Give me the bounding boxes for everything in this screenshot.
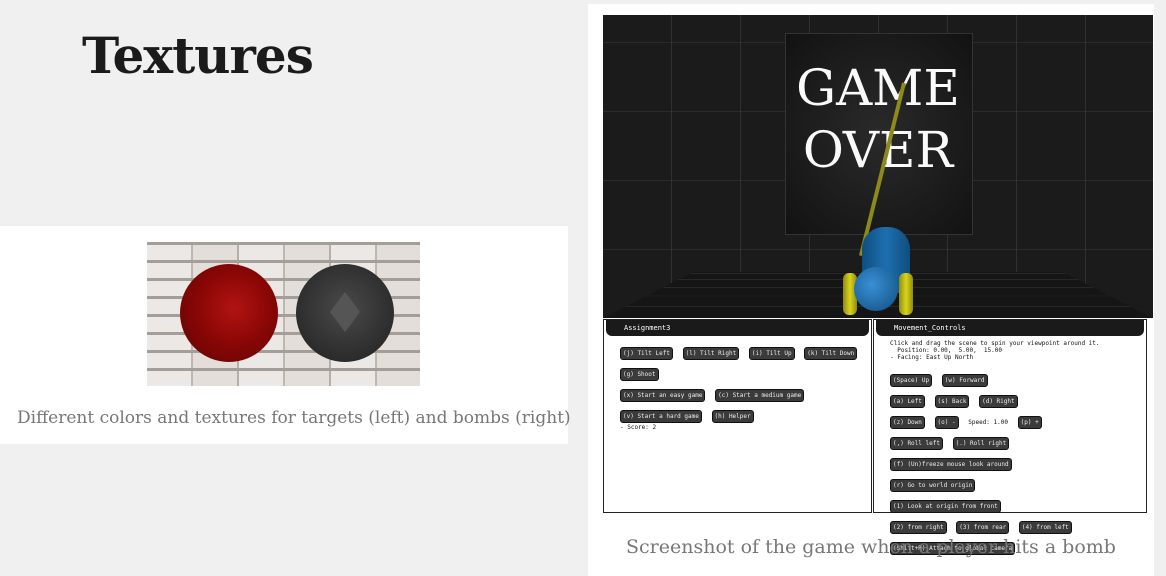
movement-intro: Click and drag the scene to spin your vi…: [890, 340, 1100, 347]
target-ball-image: [180, 264, 278, 362]
game-over-line-1: GAME: [796, 59, 960, 117]
freeze-mouse-button[interactable]: (f) (Un)freeze mouse look around: [890, 458, 1012, 471]
from-rear-button[interactable]: (3) from rear: [956, 521, 1010, 534]
right-button[interactable]: (d) Right: [979, 395, 1018, 408]
bomb-diamond-mark: [330, 292, 360, 332]
control-panels: Assignment3 (j) Tilt Left (l) Tilt Right…: [603, 319, 1153, 555]
game-over-text: GAME OVER: [771, 57, 985, 181]
roll-right-button[interactable]: (.) Roll right: [952, 437, 1010, 450]
look-front-button[interactable]: (1) Look at origin from front: [890, 500, 1001, 513]
game-canvas[interactable]: GAME OVER: [603, 15, 1153, 318]
texture-caption: Different colors and textures for target…: [17, 408, 571, 428]
medium-game-button[interactable]: (c) Start a medium game: [715, 389, 805, 402]
speed-readout: Speed: 1.00: [968, 419, 1008, 426]
tilt-down-button[interactable]: (k) Tilt Down: [804, 347, 858, 360]
speed-decrease-button[interactable]: (o) -: [934, 416, 959, 429]
back-button[interactable]: (s) Back: [934, 395, 970, 408]
bomb-ball-image: [296, 264, 394, 362]
assignment-panel-header: Assignment3: [606, 320, 869, 336]
shoot-button[interactable]: (g) Shoot: [620, 368, 659, 381]
hard-game-button[interactable]: (v) Start a hard game: [620, 410, 702, 423]
speed-increase-button[interactable]: (p) +: [1017, 416, 1042, 429]
movement-panel: Movement_Controls Click and drag the sce…: [873, 319, 1147, 555]
game-over-line-2: OVER: [802, 121, 954, 179]
up-button[interactable]: (Space) Up: [890, 374, 933, 387]
cannon-wheel-right: [899, 273, 913, 315]
score-readout: - Score: 2: [620, 424, 657, 431]
from-right-button[interactable]: (2) from right: [890, 521, 947, 534]
roll-left-button[interactable]: (,) Roll left: [890, 437, 943, 450]
from-left-button[interactable]: (4) from left: [1018, 521, 1072, 534]
assignment-panel: Assignment3 (j) Tilt Left (l) Tilt Right…: [603, 319, 872, 513]
easy-game-button[interactable]: (x) Start an easy game: [620, 389, 706, 402]
forward-button[interactable]: (w) Forward: [941, 374, 988, 387]
tilt-right-button[interactable]: (l) Tilt Right: [682, 347, 740, 360]
tilt-up-button[interactable]: (i) Tilt Up: [748, 347, 795, 360]
helper-button[interactable]: (h) Helper: [711, 410, 754, 423]
movement-panel-header: Movement_Controls: [876, 320, 1144, 336]
position-readout: Position: 0.00, 5.00, 15.00: [890, 347, 1002, 354]
facing-readout: - Facing: East Up North: [890, 354, 974, 361]
page-title: Textures: [82, 26, 314, 85]
tilt-left-button[interactable]: (j) Tilt Left: [620, 347, 673, 360]
cannon-ball: [854, 267, 898, 311]
texture-image: [147, 242, 420, 386]
left-button[interactable]: (a) Left: [890, 395, 925, 408]
world-origin-button[interactable]: (r) Go to world origin: [890, 479, 976, 492]
down-button[interactable]: (z) Down: [890, 416, 925, 429]
game-caption: Screenshot of the game when a player hit…: [626, 536, 1116, 558]
